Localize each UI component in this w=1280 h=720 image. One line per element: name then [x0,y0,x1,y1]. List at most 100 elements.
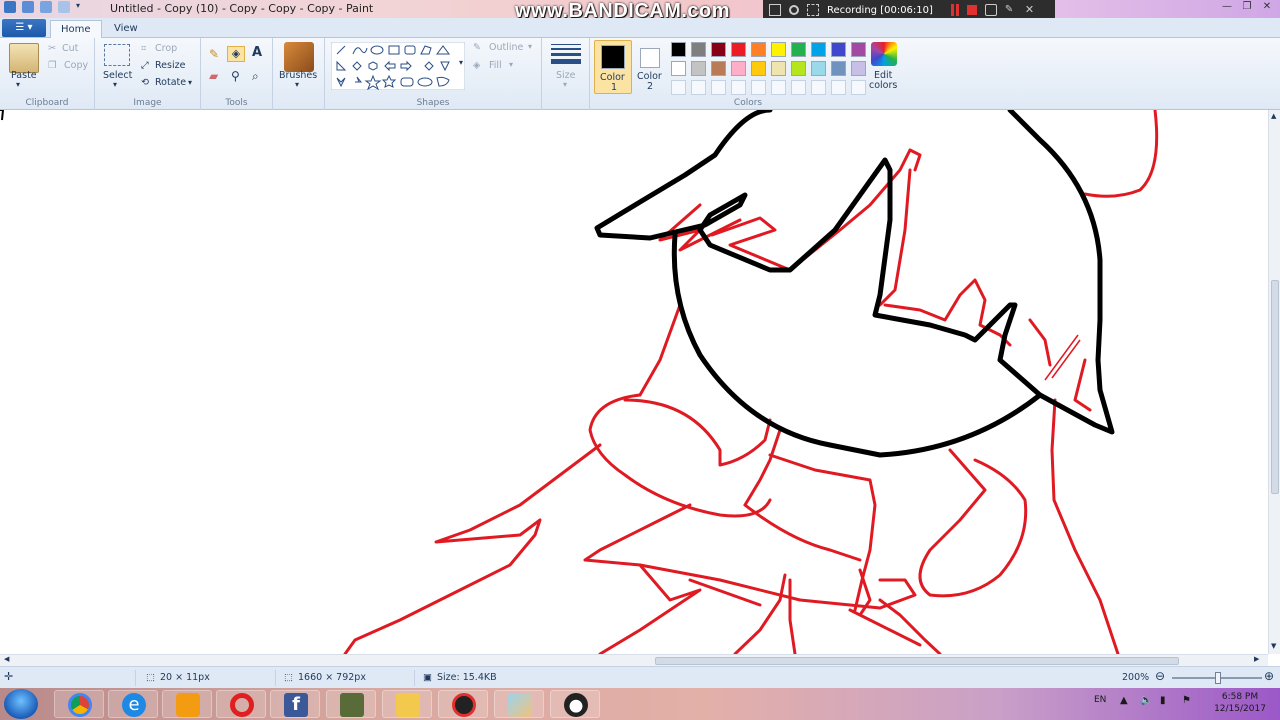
custom-color-slot[interactable] [711,80,726,95]
crop-button[interactable]: Crop [155,43,177,54]
palette-swatch[interactable] [811,42,826,57]
drawing-canvas[interactable] [0,110,1268,654]
close-recording-icon[interactable]: ✕ [1025,4,1037,16]
action-center-icon[interactable]: ⚑ [1182,695,1191,706]
custom-color-slot[interactable] [771,80,786,95]
custom-color-slot[interactable] [811,80,826,95]
fill-button[interactable]: Fill [489,60,502,71]
target-icon[interactable] [807,4,819,16]
paste-icon[interactable] [9,43,39,73]
zoom-slider-thumb[interactable] [1215,672,1221,684]
palette-swatch[interactable] [731,61,746,76]
zoom-out-button[interactable]: ⊖ [1155,669,1165,683]
taskbar-chrome[interactable] [54,690,104,718]
cut-button[interactable]: Cut [62,43,78,54]
taskbar-bandicam[interactable] [438,690,488,718]
cut-icon[interactable]: ✂ [48,43,56,54]
redo-icon[interactable] [58,1,70,13]
shapes-gallery[interactable] [331,42,465,90]
palette-swatch[interactable] [751,61,766,76]
custom-color-slot[interactable] [791,80,806,95]
palette-swatch[interactable] [711,42,726,57]
rotate-dropdown-icon[interactable]: ▾ [188,78,192,87]
save-icon[interactable] [22,1,34,13]
tab-home[interactable]: Home [50,20,102,39]
horizontal-scroll-thumb[interactable] [655,657,1179,665]
maximize-button[interactable]: ❐ [1240,1,1254,13]
select-dropdown-icon[interactable]: ▾ [113,80,117,89]
crop-icon[interactable]: ⌗ [141,43,146,54]
size-icon[interactable] [551,44,581,64]
shapes-more-icon[interactable]: ▾ [459,58,463,67]
magnifier-icon[interactable]: ⌕ [252,69,259,84]
pen-icon[interactable]: ✎ [1005,4,1017,16]
color1-button[interactable]: Color 1 [594,40,632,94]
palette-swatch[interactable] [691,61,706,76]
palette-swatch[interactable] [831,42,846,57]
palette-swatch[interactable] [771,61,786,76]
rotate-button[interactable]: Rotate [155,77,186,88]
show-hidden-icons-icon[interactable]: ▲ [1120,695,1128,706]
volume-icon[interactable]: 🔈 [1140,695,1152,706]
select-button[interactable]: Select [103,70,132,81]
size-dropdown-icon[interactable]: ▾ [563,80,567,89]
customize-quick-access-icon[interactable]: ▾ [76,1,84,13]
brushes-dropdown-icon[interactable]: ▾ [295,80,299,89]
color-picker-icon[interactable]: ⚲ [231,69,240,83]
network-icon[interactable]: ▮ [1160,695,1166,706]
search-icon[interactable] [789,5,799,15]
scroll-down-icon[interactable]: ▼ [1271,642,1276,650]
taskbar-ie[interactable]: e [108,690,158,718]
text-icon[interactable]: A [252,45,262,60]
palette-swatch[interactable] [811,61,826,76]
brush-icon[interactable] [284,42,314,72]
palette-swatch[interactable] [771,42,786,57]
edit-colors-icon[interactable] [871,42,897,66]
palette-swatch[interactable] [791,61,806,76]
custom-color-slot[interactable] [831,80,846,95]
pause-icon[interactable] [950,4,959,16]
camera-icon[interactable] [984,4,997,16]
horizontal-scrollbar[interactable]: ◀ ▶ [0,654,1268,666]
clock[interactable]: 6:58 PM 12/15/2017 [1204,691,1276,715]
taskbar-penguin[interactable] [550,690,600,718]
resize-button[interactable]: Resize [155,60,185,71]
scroll-left-icon[interactable]: ◀ [4,655,9,663]
resize-icon[interactable]: ⤢ [141,60,149,71]
custom-color-slot[interactable] [731,80,746,95]
taskbar-facebook[interactable]: f [270,690,320,718]
palette-swatch[interactable] [831,61,846,76]
eraser-icon[interactable]: ▰ [209,69,218,83]
scroll-up-icon[interactable]: ▲ [1271,112,1276,120]
scroll-right-icon[interactable]: ▶ [1254,655,1259,663]
vertical-scrollbar[interactable]: ▲ ▼ [1268,110,1280,654]
custom-color-slot[interactable] [751,80,766,95]
copy-icon[interactable]: ❐ [48,60,57,71]
palette-swatch[interactable] [671,42,686,57]
tab-view[interactable]: View [104,20,148,39]
language-indicator[interactable]: EN [1094,695,1106,705]
paint-app-icon[interactable] [4,1,16,13]
close-button[interactable]: ✕ [1260,1,1274,13]
palette-swatch[interactable] [791,42,806,57]
paste-dropdown-icon[interactable]: ▾ [16,80,20,89]
outline-icon[interactable]: ✎ [473,42,481,53]
copy-button[interactable]: Copy [64,60,88,71]
taskbar-app[interactable] [326,690,376,718]
palette-swatch[interactable] [671,61,686,76]
outline-button[interactable]: Outline [489,42,523,53]
file-menu-button[interactable]: ☰ ▾ [2,19,46,37]
fill-dropdown-icon[interactable]: ▾ [509,60,513,69]
taskbar-media[interactable] [162,690,212,718]
palette-swatch[interactable] [691,42,706,57]
pencil-icon[interactable]: ✎ [209,47,219,61]
taskbar-explorer[interactable] [382,690,432,718]
taskbar-opera[interactable] [216,690,266,718]
minimize-button[interactable]: — [1220,1,1234,13]
color2-button[interactable]: Color 2 [634,40,666,94]
vertical-scroll-thumb[interactable] [1271,280,1279,494]
fill-icon[interactable]: ◈ [473,60,480,71]
custom-color-slot[interactable] [671,80,686,95]
start-button[interactable] [4,689,38,719]
custom-color-slot[interactable] [691,80,706,95]
